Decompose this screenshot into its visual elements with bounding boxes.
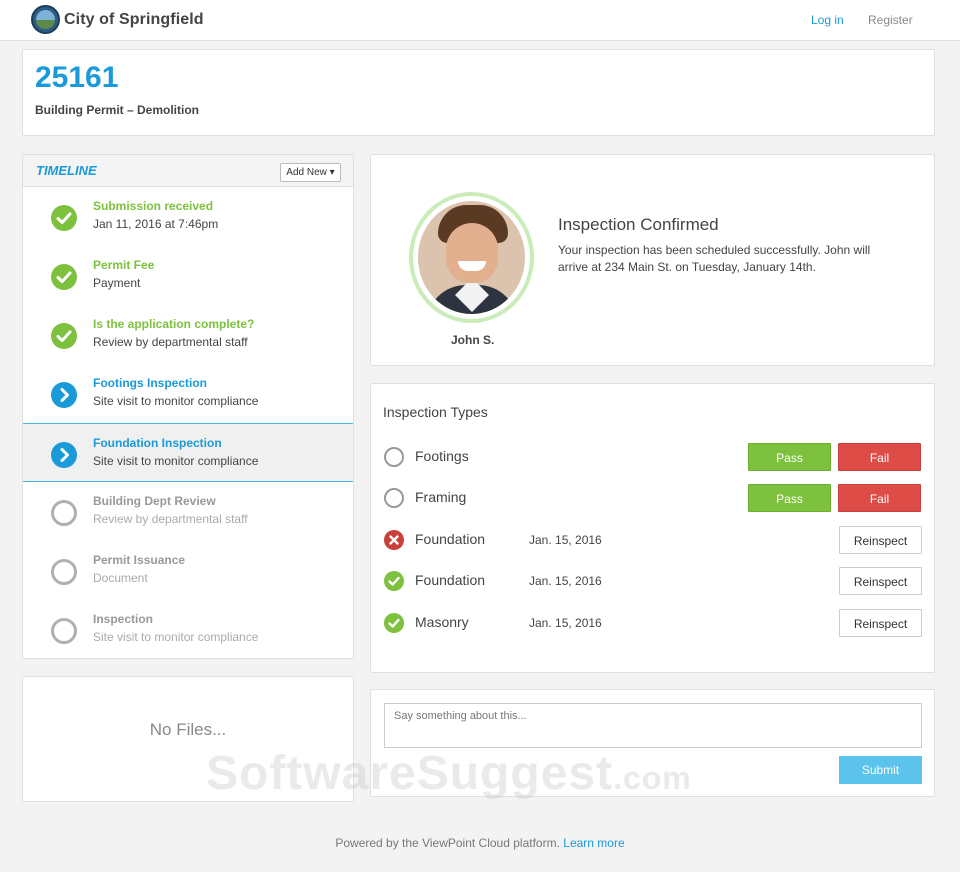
empty-circle-icon (51, 559, 77, 585)
watermark: SoftwareSuggest.com (206, 747, 692, 800)
empty-circle-icon[interactable] (384, 488, 404, 508)
timeline-item[interactable]: Permit Issuance Document (23, 541, 353, 600)
timeline-item[interactable]: Inspection Site visit to monitor complian… (23, 600, 353, 658)
empty-circle-icon[interactable] (384, 447, 404, 467)
top-navbar: City of Springfield Log in Register (0, 0, 960, 41)
inspector-avatar-ring (409, 192, 534, 323)
fail-button[interactable]: Fail (838, 443, 921, 471)
inspector-name: John S. (451, 333, 495, 347)
submit-button[interactable]: Submit (839, 756, 922, 784)
timeline-item[interactable]: Permit Fee Payment (23, 246, 353, 305)
timeline-item[interactable]: Footings Inspection Site visit to monitor… (23, 364, 353, 423)
permit-number: 25161 (35, 61, 119, 94)
timeline-item-sub: Review by departmental staff (93, 512, 248, 526)
no-files-text: No Files... (149, 720, 227, 739)
check-circle-icon (51, 323, 77, 349)
pass-button[interactable]: Pass (748, 484, 831, 512)
city-name[interactable]: City of Springfield (64, 11, 204, 29)
reinspect-button[interactable]: Reinspect (839, 609, 922, 637)
timeline-item-label: Is the application complete? (93, 317, 255, 331)
inspection-confirmed-card: John S. Inspection Confirmed Your inspec… (370, 154, 935, 366)
timeline-item-label: Inspection (93, 612, 154, 626)
timeline-header: TIMELINE Add New ▾ (23, 155, 353, 187)
x-circle-icon[interactable] (384, 530, 404, 550)
reinspect-button[interactable]: Reinspect (839, 526, 922, 554)
inspection-date: Jan. 15, 2016 (529, 616, 602, 630)
footer: Powered by the ViewPoint Cloud platform.… (0, 836, 960, 850)
city-seal-icon[interactable] (31, 5, 60, 34)
timeline-item-label: Permit Issuance (93, 553, 186, 567)
check-circle-icon (51, 205, 77, 231)
register-link[interactable]: Register (868, 13, 913, 27)
check-circle-icon[interactable] (384, 613, 404, 633)
empty-circle-icon (51, 500, 77, 526)
inspection-type-name: Framing (415, 489, 467, 505)
timeline-item-label: Foundation Inspection (93, 436, 222, 450)
inspection-type-row: Foundation Jan. 15, 2016 Reinspect (371, 524, 934, 556)
inspection-type-name: Foundation (415, 572, 486, 588)
chevron-right-circle-icon (51, 382, 77, 408)
timeline-item-sub: Document (93, 571, 148, 585)
timeline-item-sub: Site visit to monitor compliance (93, 630, 259, 644)
inspection-type-row: Foundation Jan. 15, 2016 Reinspect (371, 565, 934, 597)
inspection-types-title: Inspection Types (383, 404, 488, 420)
confirmation-title: Inspection Confirmed (558, 215, 719, 234)
inspection-type-row: Framing Pass Fail (371, 482, 934, 514)
permit-header-card: 25161 Building Permit – Demolition (22, 49, 935, 136)
inspection-date: Jan. 15, 2016 (529, 574, 602, 588)
empty-circle-icon (51, 618, 77, 644)
login-link[interactable]: Log in (811, 13, 844, 27)
inspector-avatar (418, 201, 525, 314)
comment-input[interactable] (384, 703, 922, 748)
pass-button[interactable]: Pass (748, 443, 831, 471)
learn-more-link[interactable]: Learn more (563, 836, 624, 850)
timeline-item[interactable]: Submission received Jan 11, 2016 at 7:46p… (23, 187, 353, 246)
reinspect-button[interactable]: Reinspect (839, 567, 922, 595)
permit-type: Building Permit – Demolition (35, 103, 200, 117)
timeline-item-sub: Site visit to monitor compliance (93, 394, 259, 408)
chevron-right-circle-icon (51, 442, 77, 468)
timeline-item-sub: Payment (93, 276, 141, 290)
timeline-item-label: Permit Fee (93, 258, 155, 272)
inspection-type-row: Footings Pass Fail (371, 441, 934, 473)
caret-down-icon: ▾ (329, 167, 335, 178)
footer-text: Powered by the ViewPoint Cloud platform. (335, 836, 560, 850)
inspection-types-card: Inspection Types Footings Pass Fail Framing… (370, 383, 935, 673)
timeline-item-label: Building Dept Review (93, 494, 216, 508)
fail-button[interactable]: Fail (838, 484, 921, 512)
timeline-item-label: Submission received (93, 199, 214, 213)
confirmation-message: Your inspection has been scheduled succe… (558, 243, 871, 274)
timeline-item-sub: Review by departmental staff (93, 335, 248, 349)
add-new-label: Add New (286, 167, 327, 178)
timeline-panel: TIMELINE Add New ▾ Submission received Ja… (22, 154, 354, 659)
timeline-title: TIMELINE (36, 163, 97, 178)
inspection-date: Jan. 15, 2016 (529, 533, 602, 547)
check-circle-icon (51, 264, 77, 290)
timeline-item-sub: Site visit to monitor compliance (93, 454, 259, 468)
inspection-type-name: Footings (415, 448, 469, 464)
inspection-type-row: Masonry Jan. 15, 2016 Reinspect (371, 607, 934, 639)
timeline-item[interactable]: Is the application complete? Review by de… (23, 305, 353, 364)
timeline-item-label: Footings Inspection (93, 376, 207, 390)
inspection-type-name: Masonry (415, 614, 469, 630)
add-new-dropdown[interactable]: Add New ▾ (280, 163, 341, 182)
timeline-item[interactable]: Foundation Inspection Site visit to monit… (23, 423, 353, 482)
inspection-type-name: Foundation (415, 531, 486, 547)
check-circle-icon[interactable] (384, 571, 404, 591)
timeline-item[interactable]: Building Dept Review Review by department… (23, 482, 353, 541)
timeline-item-sub: Jan 11, 2016 at 7:46pm (93, 217, 219, 231)
